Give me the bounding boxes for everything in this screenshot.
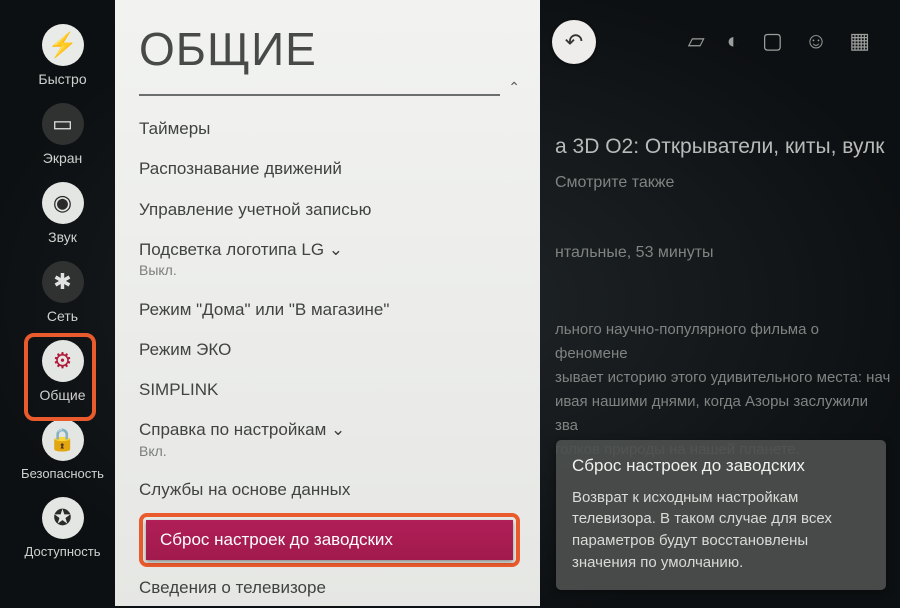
sidebar-item-label: Экран	[43, 150, 83, 166]
lock-icon: 🔒	[42, 419, 84, 461]
tooltip-body: Возврат к исходным настройкам телевизора…	[572, 487, 870, 574]
bolt-icon: ⚡	[42, 24, 84, 66]
menu-account[interactable]: Управление учетной записью	[139, 189, 520, 229]
gallery-icon[interactable]: ▱	[688, 28, 705, 54]
accessibility-icon: ✪	[42, 497, 84, 539]
sidebar-item-quick[interactable]: ⚡ Быстро	[10, 20, 115, 91]
panel-divider: ⌃	[139, 94, 520, 96]
menu-logo-light[interactable]: Подсветка логотипа LG ⌄ Выкл.	[139, 229, 520, 289]
sidebar-item-network[interactable]: ✱ Сеть	[10, 257, 115, 328]
menu-label: Подсветка логотипа LG ⌄	[139, 240, 343, 259]
settings-panel: ОБЩИЕ ⌃ Таймеры Распознавание движений У…	[115, 0, 540, 606]
bg-headline: а 3D O2: Открыватели, киты, вулк	[555, 135, 895, 159]
back-icon: ↶	[565, 29, 583, 55]
bg-sub1: Смотрите также	[555, 170, 895, 196]
menu-motion[interactable]: Распознавание движений	[139, 148, 520, 188]
sidebar-item-general[interactable]: ⚙ Общие	[10, 336, 115, 407]
chevron-up-icon[interactable]: ⌃	[508, 79, 520, 96]
sidebar-item-label: Доступность	[25, 544, 101, 559]
theater-icon[interactable]: ☺	[805, 28, 827, 54]
back-button[interactable]: ↶	[552, 20, 596, 64]
menu-simplink[interactable]: SIMPLINK	[139, 369, 520, 409]
menu-label: Справка по настройкам ⌄	[139, 420, 345, 439]
settings-sidebar: ⚡ Быстро ▭ Экран ◉ Звук ✱ Сеть ⚙ Общие 🔒…	[10, 0, 115, 606]
menu-sub: Выкл.	[139, 262, 520, 280]
help-tooltip: Сброс настроек до заводских Возврат к ис…	[556, 440, 886, 590]
sidebar-item-label: Общие	[39, 387, 85, 403]
screen-icon: ▭	[42, 103, 84, 145]
topbar-icons: ▱ ◐ ▢ ☺ ▦	[688, 28, 870, 54]
sidebar-item-screen[interactable]: ▭ Экран	[10, 99, 115, 170]
sound-icon: ◉	[42, 182, 84, 224]
menu-sub: Вкл.	[139, 443, 520, 461]
sidebar-item-label: Быстро	[38, 71, 86, 87]
apps-icon[interactable]: ▦	[849, 28, 870, 54]
menu-data-services[interactable]: Службы на основе данных	[139, 469, 520, 509]
sidebar-item-security[interactable]: 🔒 Безопасность	[10, 415, 115, 485]
menu-factory-reset[interactable]: Сброс настроек до заводских	[146, 520, 513, 560]
gear-icon: ⚙	[42, 340, 84, 382]
menu-help[interactable]: Справка по настройкам ⌄ Вкл.	[139, 409, 520, 469]
tooltip-title: Сброс настроек до заводских	[572, 454, 870, 479]
menu-timers[interactable]: Таймеры	[139, 108, 520, 148]
menu-reset-highlight: Сброс настроек до заводских	[139, 513, 520, 567]
panel-title: ОБЩИЕ	[139, 22, 520, 76]
menu-home-store[interactable]: Режим "Дома" или "В магазине"	[139, 289, 520, 329]
sidebar-item-label: Сеть	[47, 308, 78, 324]
menu-about-tv[interactable]: Сведения о телевизоре	[139, 573, 520, 607]
menu-eco[interactable]: Режим ЭКО	[139, 329, 520, 369]
sidebar-item-label: Безопасность	[21, 466, 104, 481]
tv-icon[interactable]: ▢	[762, 28, 783, 54]
sidebar-item-accessibility[interactable]: ✪ Доступность	[10, 493, 115, 563]
sidebar-item-label: Звук	[48, 229, 77, 245]
bg-sub2: нтальные, 53 минуты	[555, 240, 895, 266]
sidebar-item-sound[interactable]: ◉ Звук	[10, 178, 115, 249]
network-icon: ✱	[42, 261, 84, 303]
globe-icon[interactable]: ◐	[727, 28, 740, 54]
